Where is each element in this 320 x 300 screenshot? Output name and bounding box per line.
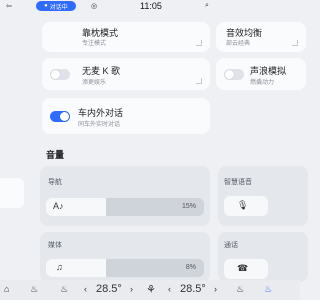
seat-heat-icon[interactable]: ♨ (60, 284, 68, 295)
card-karaoke[interactable]: 无麦 K 歌 添更娱乐 (42, 58, 210, 90)
card-pillow-mode[interactable]: 靠枕模式 专注模式 (42, 22, 210, 52)
temp-left-value: 28.5° (96, 283, 122, 295)
sound-wave-toggle[interactable] (224, 69, 244, 80)
karaoke-sub: 添更娱乐 (82, 80, 107, 86)
temp-left-down-button[interactable]: ‹ (84, 284, 87, 294)
nav-volume-value: 15% (181, 203, 196, 210)
temp-right-value: 28.5° (180, 283, 206, 295)
call-status-label: 对话中 (49, 4, 68, 11)
intercom-toggle[interactable] (50, 111, 70, 122)
seat-heat-icon[interactable]: ♨ (30, 284, 38, 295)
call-volume-label: 通话 (224, 242, 238, 249)
temp-left-up-button[interactable]: › (130, 284, 133, 294)
music-note-icon: ♫ (56, 262, 63, 272)
karaoke-title: 无麦 K 歌 (82, 66, 121, 76)
sound-wave-sub: 燃撬动力 (250, 80, 275, 86)
karaoke-toggle[interactable] (50, 69, 70, 80)
home-icon[interactable]: ⌂ (4, 284, 9, 294)
left-partial-card[interactable] (0, 178, 24, 208)
media-volume-fill (46, 259, 107, 277)
card-sound-wave[interactable]: 声浪模拟 燃撬动力 (216, 58, 306, 90)
clock: 11:05 (140, 1, 162, 11)
intercom-title: 车内外对话 (78, 108, 124, 118)
seat-heat-icon[interactable]: ♨ (264, 284, 272, 295)
call-status-pill[interactable]: ● 对话中 (36, 1, 76, 11)
temp-right-down-button[interactable]: ‹ (168, 284, 171, 294)
loop-icon: ◎ (91, 3, 98, 10)
climate-dock: ⌂ ♨ ♨ ‹ 28.5° › ⚘ ‹ 28.5° › ♨ ♨ (0, 280, 300, 300)
expand-corner-icon (196, 78, 202, 84)
pillow-mode-sub: 专注模式 (82, 41, 107, 47)
fan-icon[interactable]: ⚘ (146, 283, 156, 296)
media-volume-value: 8% (185, 264, 196, 271)
mic-icon: ⌕ (205, 2, 209, 9)
call-volume-card: 通话 ☎ (218, 232, 308, 282)
nav-volume-slider[interactable]: A♪ 15% (46, 198, 204, 216)
assistant-volume-card: 智慧语音 🎙 (218, 166, 308, 226)
nav-volume-label: 导航 (48, 179, 62, 186)
back-icon[interactable]: ⇦ (6, 2, 12, 10)
phone-icon: ● (44, 3, 48, 9)
card-intercom[interactable]: 车内外对话 同车外实时对话 (42, 98, 210, 134)
call-volume-slider[interactable]: ☎ (224, 259, 268, 279)
seat-heat-icon[interactable]: ♨ (236, 284, 244, 295)
nav-volume-card: 导航 A♪ 15% (40, 166, 210, 226)
nav-voice-icon: A♪ (53, 201, 64, 211)
card-sound-eq[interactable]: 音效均衡 部云经典 (216, 22, 306, 52)
microphone-icon: 🎙 (237, 200, 249, 210)
assistant-volume-label: 智慧语音 (224, 179, 252, 186)
temp-right-up-button[interactable]: › (214, 284, 217, 294)
assistant-volume-slider[interactable]: 🎙 (224, 196, 268, 216)
sound-wave-title: 声浪模拟 (250, 66, 287, 76)
intercom-sub: 同车外实时对话 (78, 122, 121, 128)
phone-icon: ☎ (237, 263, 249, 273)
sound-eq-sub: 部云经典 (226, 41, 251, 47)
media-volume-label: 媒体 (48, 242, 62, 249)
expand-corner-icon (196, 40, 202, 46)
expand-corner-icon (292, 40, 298, 46)
media-volume-slider[interactable]: ♫ 8% (46, 259, 204, 277)
volume-section-title: 音量 (46, 150, 65, 160)
media-volume-card: 媒体 ♫ 8% (40, 232, 210, 282)
status-bar: ⇦ ● 对话中 ◎ 11:05 ⌕ (0, 0, 300, 13)
